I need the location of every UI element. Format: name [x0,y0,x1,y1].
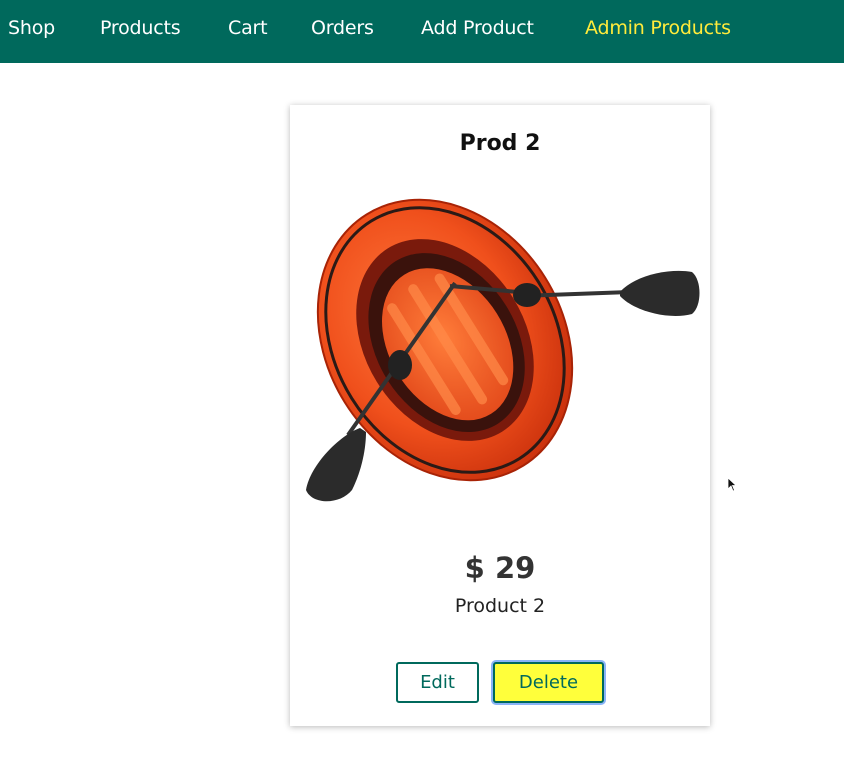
inflatable-boat-image [306,198,700,502]
nav-link-products[interactable]: Products [100,0,181,56]
product-price: $ 29 [464,551,536,585]
product-card: Prod 2 $ 29 Product 2 Edit Delete [290,105,710,726]
nav-link-orders[interactable]: Orders [311,0,374,56]
edit-button[interactable]: Edit [396,662,479,703]
product-title: Prod 2 [459,131,541,156]
mouse-cursor-icon [727,477,737,492]
delete-button[interactable]: Delete [493,662,604,703]
nav-link-shop[interactable]: Shop [8,0,55,56]
product-description: Product 2 [454,595,546,617]
nav-link-cart[interactable]: Cart [228,0,268,56]
main-navigation: Shop Products Cart Orders Add Product Ad… [0,0,844,63]
product-image [300,180,700,514]
nav-link-add-product[interactable]: Add Product [421,0,534,56]
nav-link-admin-products[interactable]: Admin Products [585,0,731,56]
